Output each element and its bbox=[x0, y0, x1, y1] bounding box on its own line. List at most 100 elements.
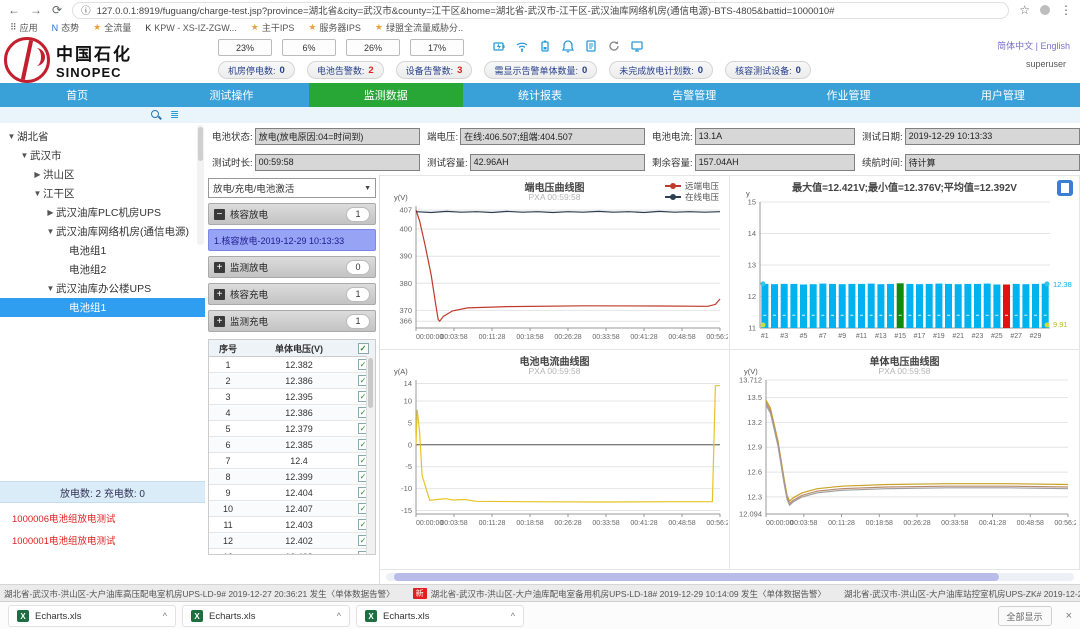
tree-collapsed-icon[interactable]: ▶ bbox=[45, 208, 56, 217]
hscrollbar-thumb[interactable] bbox=[394, 573, 999, 581]
tree-node[interactable]: 电池组1 bbox=[0, 241, 205, 260]
download-caret-icon[interactable]: ^ bbox=[163, 611, 167, 621]
alarm-message[interactable]: 湖北省-武汉市-洪山区-大户油库站控室机房UPS-ZK# 2019-12-27 … bbox=[844, 588, 1080, 600]
svg-text:00:41:28: 00:41:28 bbox=[979, 520, 1006, 527]
nav-item-测试操作[interactable]: 测试操作 bbox=[154, 83, 308, 107]
nav-item-首页[interactable]: 首页 bbox=[0, 83, 154, 107]
checkbox-icon[interactable]: ✓ bbox=[358, 343, 369, 354]
expand-icon[interactable]: + bbox=[214, 262, 225, 273]
bookmark-item[interactable]: N态势 bbox=[52, 21, 80, 34]
back-icon[interactable]: ← bbox=[8, 3, 20, 17]
bookmark-item[interactable]: ★全流量 bbox=[93, 21, 131, 34]
nav-item-统计报表[interactable]: 统计报表 bbox=[463, 83, 617, 107]
legend-entry[interactable]: 远端电压 bbox=[665, 180, 719, 191]
cell-index: 10 bbox=[209, 504, 247, 514]
tree-collapsed-icon[interactable]: ▶ bbox=[32, 170, 43, 179]
svg-text:#1: #1 bbox=[761, 333, 769, 340]
cell-voltage: 12.407 bbox=[247, 504, 351, 514]
report-icon[interactable] bbox=[584, 39, 598, 53]
bookmark-item[interactable]: ★服务器IPS bbox=[308, 21, 361, 34]
table-scrollbar[interactable] bbox=[366, 356, 375, 554]
svg-text:00:41:28: 00:41:28 bbox=[630, 334, 657, 341]
nav-item-用户管理[interactable]: 用户管理 bbox=[926, 83, 1080, 107]
current-user[interactable]: superuser bbox=[1026, 59, 1066, 69]
forward-icon[interactable]: → bbox=[30, 3, 42, 17]
download-item[interactable]: XEcharts.xls^ bbox=[8, 605, 176, 627]
main-content: 电池状态:放电(放电原因:04=时间到)端电压:在线:406.507;组端:40… bbox=[205, 123, 1080, 584]
expand-icon[interactable]: + bbox=[214, 289, 225, 300]
tree-expanded-icon[interactable]: ▼ bbox=[45, 284, 56, 293]
tree-node[interactable]: ▶洪山区 bbox=[0, 165, 205, 184]
bell-icon[interactable] bbox=[561, 39, 575, 53]
bookmark-item[interactable]: KKPW - XS-IZ-ZGW... bbox=[145, 23, 237, 33]
tree-node[interactable]: ▼武汉市 bbox=[0, 146, 205, 165]
collapse-icon[interactable]: − bbox=[214, 209, 225, 220]
main-nav: 首页测试操作监测数据统计报表告警管理作业管理用户管理 bbox=[0, 83, 1080, 107]
info-field-value: 放电(放电原因:04=时间到) bbox=[255, 128, 420, 145]
test-record-link[interactable]: 1000006电池组放电测试 bbox=[0, 503, 205, 525]
table-row: 212.386✓ bbox=[209, 373, 375, 389]
record-group-count: 1 bbox=[346, 314, 370, 329]
record-item-selected[interactable]: 1.核容放电-2019-12-29 10:13:33 bbox=[208, 229, 376, 251]
alarm-message[interactable]: 湖北省-武汉市-洪山区-大户油库高压配电室机房UPS-LD-9# 2019-12… bbox=[4, 588, 395, 600]
bookmark-item[interactable]: ★绿盟全流量威胁分.. bbox=[375, 21, 463, 34]
tree-node[interactable]: 电池组1 bbox=[0, 298, 205, 317]
cell-index: 12 bbox=[209, 536, 247, 546]
download-caret-icon[interactable]: ^ bbox=[511, 611, 515, 621]
reload-icon[interactable]: ⟳ bbox=[52, 3, 62, 17]
tree-node[interactable]: ▶武汉油库PLC机房UPS bbox=[0, 203, 205, 222]
sidebar-scrollbar[interactable] bbox=[197, 125, 204, 245]
svg-text:00:33:58: 00:33:58 bbox=[592, 334, 619, 341]
tree-expanded-icon[interactable]: ▼ bbox=[6, 132, 17, 141]
svg-text:12.38: 12.38 bbox=[1053, 280, 1072, 289]
tree-node[interactable]: ▼江干区 bbox=[0, 184, 205, 203]
tree-expanded-icon[interactable]: ▼ bbox=[19, 151, 30, 160]
tree-node[interactable]: ▼湖北省 bbox=[0, 127, 205, 146]
chart-title: 最大值=12.421V;最小值=12.376V;平均值=12.392V bbox=[730, 179, 1079, 194]
browser-menu-icon[interactable]: ⋮ bbox=[1060, 3, 1072, 17]
download-caret-icon[interactable]: ^ bbox=[337, 611, 341, 621]
tree-expanded-icon[interactable]: ▼ bbox=[45, 227, 56, 236]
expand-icon[interactable]: + bbox=[214, 316, 225, 327]
record-group-header[interactable]: +监测充电1 bbox=[208, 310, 376, 332]
site-info-icon[interactable]: ⓘ bbox=[81, 3, 91, 17]
bookmark-label: 全流量 bbox=[104, 21, 131, 34]
record-group-label: 监测放电 bbox=[230, 260, 341, 274]
bookmark-item[interactable]: ★主干IPS bbox=[251, 21, 295, 34]
tree-node[interactable]: 电池组2 bbox=[0, 260, 205, 279]
close-downloads-icon[interactable]: × bbox=[1066, 610, 1072, 622]
bookmark-item[interactable]: ⠿应用 bbox=[10, 21, 38, 34]
language-switch[interactable]: 简体中文 | English bbox=[997, 39, 1070, 52]
tree-node[interactable]: ▼武汉油库网络机房(通信电源) bbox=[0, 222, 205, 241]
tree-node[interactable]: ▼武汉油库办公楼UPS bbox=[0, 279, 205, 298]
svg-text:#23: #23 bbox=[972, 333, 984, 340]
nav-item-监测数据[interactable]: 监测数据 bbox=[309, 83, 463, 107]
refresh-icon[interactable] bbox=[607, 39, 621, 53]
battery-icon[interactable] bbox=[538, 39, 552, 53]
nav-item-告警管理[interactable]: 告警管理 bbox=[617, 83, 771, 107]
search-icon[interactable] bbox=[150, 109, 162, 121]
record-group-header[interactable]: −核容放电1 bbox=[208, 203, 376, 225]
tree-node-label: 湖北省 bbox=[17, 129, 49, 144]
record-type-dropdown[interactable]: 放电/充电/电池激活 ▼ bbox=[208, 178, 376, 198]
record-group-header[interactable]: +监测放电0 bbox=[208, 256, 376, 278]
list-icon[interactable]: ≣ bbox=[170, 109, 179, 121]
battery-charge-icon[interactable] bbox=[492, 39, 506, 53]
wifi-icon[interactable] bbox=[515, 39, 529, 53]
address-bar[interactable]: ⓘ 127.0.0.1:8919/fuguang/charge-test.jsp… bbox=[72, 2, 1009, 19]
profile-avatar-icon[interactable] bbox=[1040, 5, 1050, 15]
monitor-icon[interactable] bbox=[630, 39, 644, 53]
chart-legend[interactable]: 远端电压在线电压 bbox=[665, 180, 719, 202]
save-image-icon[interactable] bbox=[1057, 180, 1073, 196]
tree-expanded-icon[interactable]: ▼ bbox=[32, 189, 43, 198]
download-item[interactable]: XEcharts.xls^ bbox=[182, 605, 350, 627]
alarm-message[interactable]: 新湖北省-武汉市-洪山区-大户油库配电室备用机房UPS-LD-18# 2019-… bbox=[413, 588, 826, 600]
legend-entry[interactable]: 在线电压 bbox=[665, 191, 719, 202]
header-checkbox[interactable]: ✓ bbox=[351, 343, 375, 354]
show-all-downloads-button[interactable]: 全部显示 bbox=[998, 606, 1052, 626]
bookmark-star-icon[interactable]: ☆ bbox=[1019, 3, 1030, 17]
download-item[interactable]: XEcharts.xls^ bbox=[356, 605, 524, 627]
record-group-header[interactable]: +核容充电1 bbox=[208, 283, 376, 305]
test-record-link[interactable]: 1000001电池组放电测试 bbox=[0, 525, 205, 547]
nav-item-作业管理[interactable]: 作业管理 bbox=[771, 83, 925, 107]
